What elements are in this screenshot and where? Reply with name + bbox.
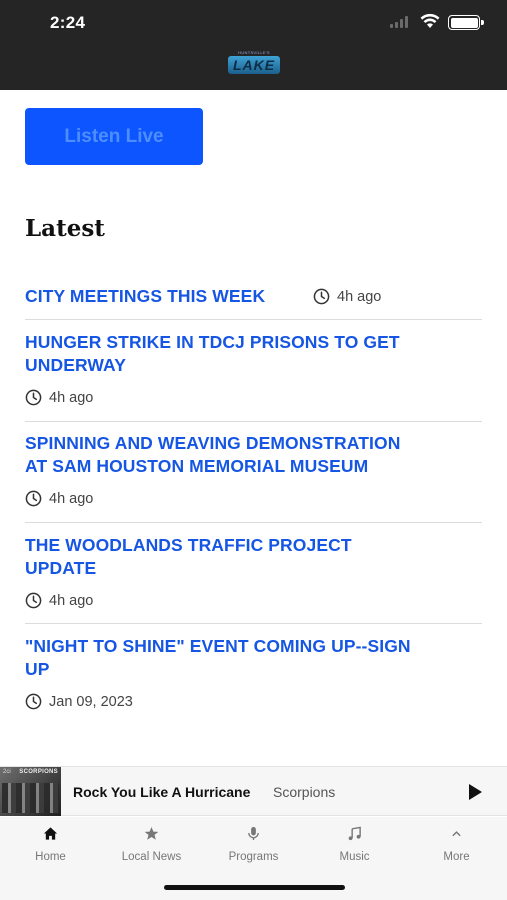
tab-more[interactable]: More xyxy=(406,826,507,866)
divider xyxy=(25,421,482,422)
divider xyxy=(25,522,482,523)
home-indicator[interactable] xyxy=(164,885,345,890)
clock-icon xyxy=(313,288,330,305)
divider xyxy=(25,319,482,320)
article-title-5-line-2: UP xyxy=(25,659,50,679)
home-icon xyxy=(43,827,58,840)
chevron-up-icon xyxy=(452,831,461,837)
tab-home[interactable]: Home xyxy=(0,826,101,866)
article-title-3-line-2: AT SAM HOUSTON MEMORIAL MUSEUM xyxy=(25,456,369,476)
cellular-signal-icon xyxy=(390,16,408,28)
article-title-1[interactable]: CITY MEETINGS THIS WEEK xyxy=(25,285,265,308)
article-title-3-line-1: SPINNING AND WEAVING DEMONSTRATION xyxy=(25,433,401,453)
article-title-5[interactable]: "NIGHT TO SHINE" EVENT COMING UP--SIGN U… xyxy=(25,635,411,681)
battery-icon xyxy=(448,15,484,30)
clock-icon xyxy=(25,693,42,710)
clock-icon xyxy=(25,490,42,507)
article-title-4-line-2: UPDATE xyxy=(25,558,97,578)
article-time-4: 4h ago xyxy=(49,592,94,609)
tab-home-label: Home xyxy=(35,851,66,863)
tab-more-label: More xyxy=(443,851,470,863)
tab-programs[interactable]: Programs xyxy=(203,826,304,866)
article-meta-3: 4h ago xyxy=(25,490,93,507)
article-time-2: 4h ago xyxy=(49,389,94,406)
tab-local-news[interactable]: Local News xyxy=(101,826,202,866)
divider xyxy=(25,623,482,624)
clock-icon xyxy=(25,592,42,609)
microphone-icon xyxy=(248,826,259,841)
article-title-5-line-1: "NIGHT TO SHINE" EVENT COMING UP--SIGN xyxy=(25,636,411,656)
section-title-latest: Latest xyxy=(25,215,105,242)
listen-live-button[interactable]: Listen Live xyxy=(25,108,203,165)
star-icon xyxy=(144,826,159,840)
album-mark-text: 2ci xyxy=(3,769,11,775)
article-title-2-line-2: UNDERWAY xyxy=(25,355,126,375)
tab-programs-label: Programs xyxy=(228,851,279,863)
play-icon[interactable] xyxy=(466,782,484,802)
article-time-3: 4h ago xyxy=(49,490,94,507)
article-meta-4: 4h ago xyxy=(25,592,93,609)
station-logo: HUNTSVILLE'S LAKE xyxy=(226,50,282,76)
article-time-1: 4h ago xyxy=(337,288,382,305)
article-title-4-line-1: THE WOODLANDS TRAFFIC PROJECT xyxy=(25,535,352,555)
album-band-text: SCORPIONS xyxy=(19,769,58,775)
article-meta-1: 4h ago xyxy=(313,288,381,305)
article-title-4[interactable]: THE WOODLANDS TRAFFIC PROJECT UPDATE xyxy=(25,534,352,580)
article-title-2[interactable]: HUNGER STRIKE IN TDCJ PRISONS TO GET UND… xyxy=(25,331,400,377)
logo-small-text: HUNTSVILLE'S xyxy=(238,50,270,55)
article-meta-2: 4h ago xyxy=(25,389,93,406)
status-time: 2:24 xyxy=(50,13,86,32)
logo-main-text: LAKE xyxy=(228,56,280,74)
now-playing-bar[interactable]: 2ci SCORPIONS Rock You Like A Hurricane … xyxy=(0,766,507,816)
article-title-3[interactable]: SPINNING AND WEAVING DEMONSTRATION AT SA… xyxy=(25,432,400,478)
article-meta-5: Jan 09, 2023 xyxy=(25,693,133,710)
tab-local-news-label: Local News xyxy=(121,851,182,863)
tab-music[interactable]: Music xyxy=(304,826,405,866)
article-time-5: Jan 09, 2023 xyxy=(49,693,133,710)
clock-icon xyxy=(25,389,42,406)
wifi-icon xyxy=(420,13,440,28)
track-artist: Scorpions xyxy=(273,784,336,800)
tab-music-label: Music xyxy=(339,851,370,863)
status-bar: 2:24 HUNTSVILLE'S LAKE xyxy=(0,0,507,90)
track-title: Rock You Like A Hurricane xyxy=(73,784,251,800)
article-title-2-line-1: HUNGER STRIKE IN TDCJ PRISONS TO GET xyxy=(25,332,400,352)
album-art: 2ci SCORPIONS xyxy=(0,767,61,816)
music-note-icon xyxy=(348,826,361,841)
